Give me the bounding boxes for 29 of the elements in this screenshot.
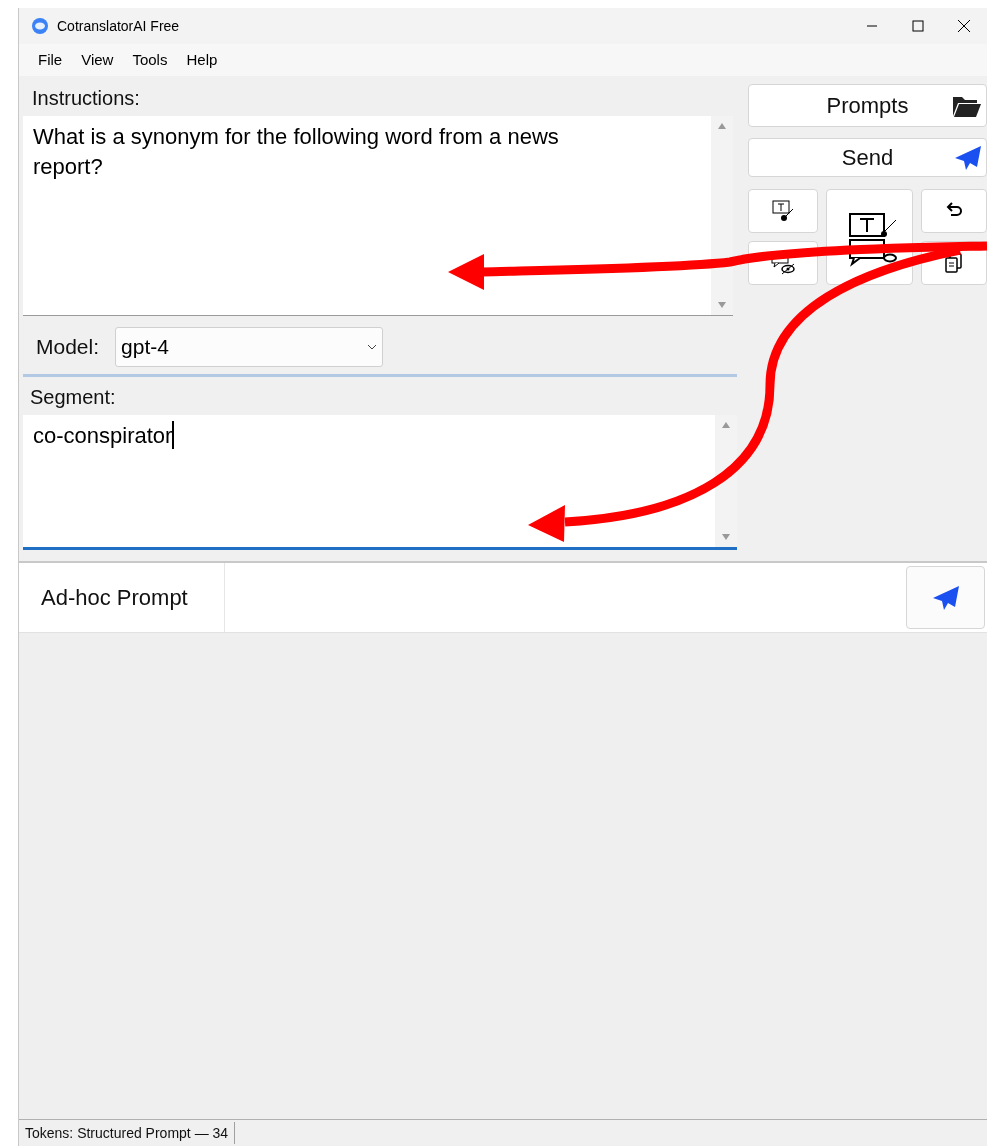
text-edit-icon — [771, 199, 795, 223]
text-cursor — [172, 421, 175, 449]
scroll-down-icon[interactable] — [717, 301, 727, 309]
undo-button[interactable] — [921, 189, 987, 233]
prompts-button[interactable]: Prompts — [748, 84, 987, 127]
app-logo-icon — [31, 17, 49, 35]
menu-item[interactable]: View — [72, 48, 123, 72]
segment-label: Segment: — [30, 385, 117, 410]
scroll-up-icon[interactable] — [721, 421, 731, 429]
instructions-label: Instructions: — [32, 86, 141, 111]
menu-item[interactable]: File — [29, 48, 72, 72]
scroll-down-icon[interactable] — [721, 533, 731, 541]
model-dropdown[interactable]: gpt-4 — [115, 327, 384, 367]
menu-item[interactable]: Tools — [123, 48, 177, 72]
segment-field[interactable]: co-conspirator — [23, 415, 737, 550]
instructions-field[interactable]: What is a synonym for the following word from a news report? — [23, 116, 733, 316]
send-icon — [931, 584, 960, 611]
scroll-up-icon[interactable] — [717, 122, 727, 130]
edit-text-button[interactable] — [748, 189, 818, 233]
model-label: Model: — [36, 334, 100, 361]
copy-icon — [944, 252, 964, 274]
send-button[interactable]: Send — [748, 138, 987, 177]
segment-text: co-conspirator — [33, 422, 173, 450]
chevron-down-icon — [367, 344, 378, 350]
send-icon — [954, 144, 982, 171]
send-prompt-button[interactable] — [906, 566, 985, 629]
menu-item[interactable]: Help — [177, 48, 227, 72]
status-text: Tokens: Structured Prompt — 34 — [19, 1122, 236, 1144]
window-title: CotranslatorAI Free — [57, 16, 180, 36]
